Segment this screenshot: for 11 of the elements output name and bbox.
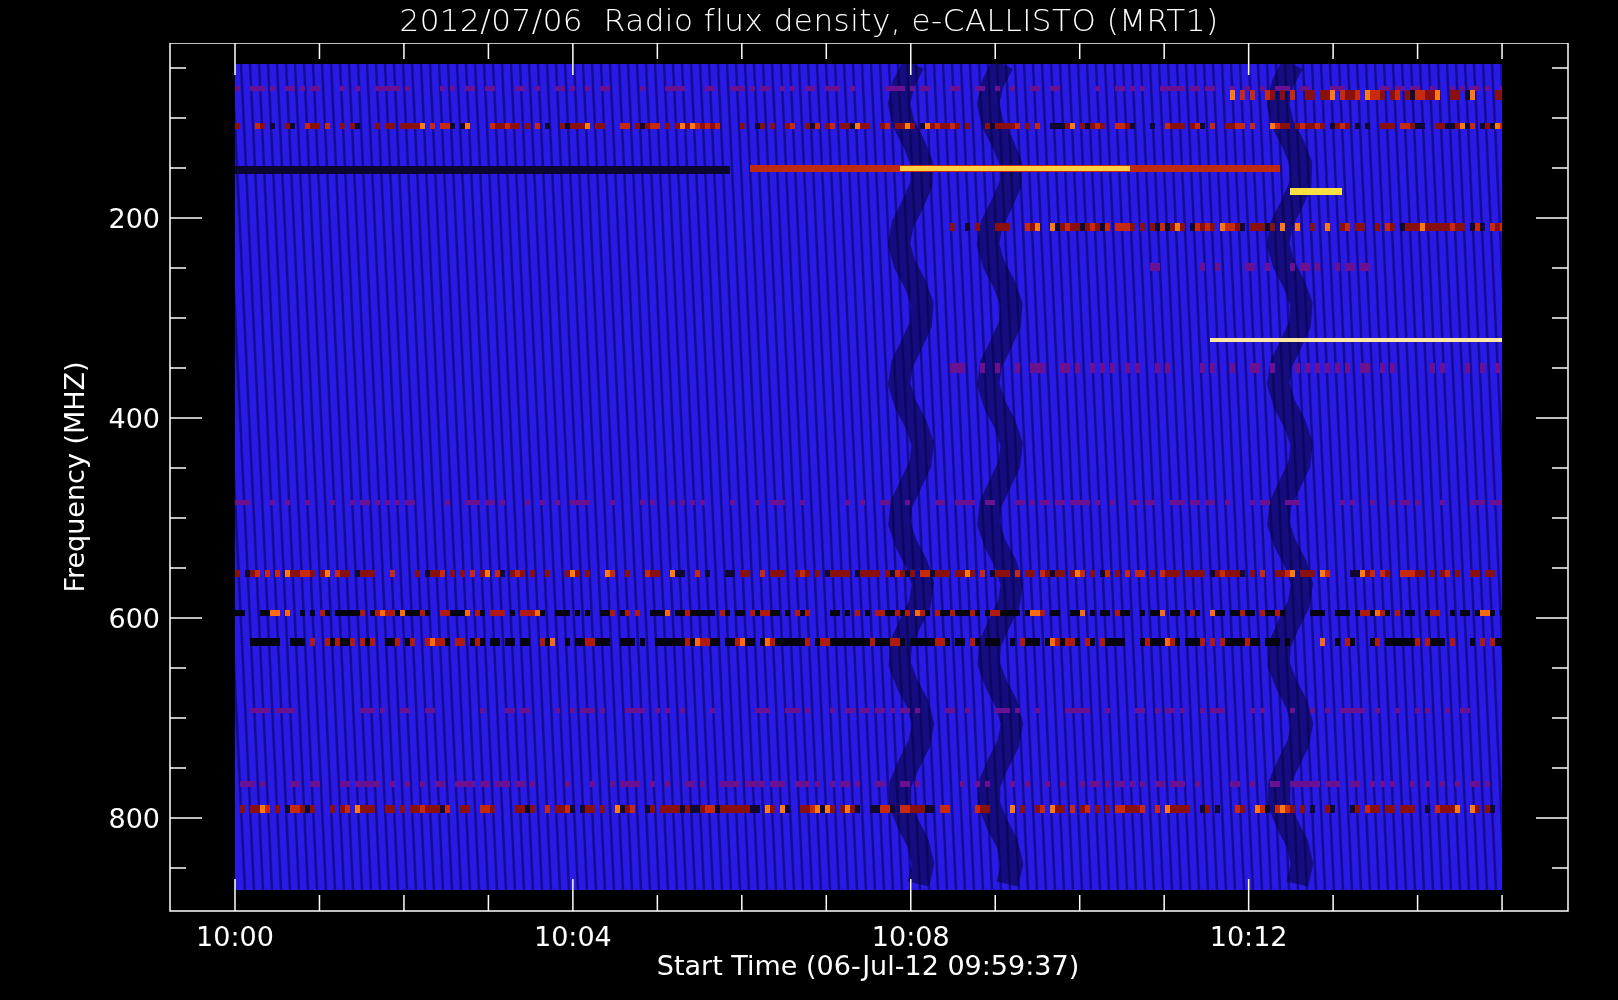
x-axis-label: Start Time (06-Jul-12 09:59:37) (656, 950, 1080, 981)
x-tick-label: 10:04 (533, 921, 612, 952)
x-tick-label: 10:12 (1209, 921, 1288, 952)
x-tick-label: 10:00 (196, 921, 274, 952)
chart-title: 2012/07/06 Radio flux density, e-CALLISTO (MRT1) (399, 1, 1219, 40)
y-tick-label: 800 (108, 803, 160, 834)
y-tick-label: 400 (108, 403, 160, 434)
y-tick-label: 200 (108, 203, 160, 234)
y-axis-label: Frequency (MHZ) (59, 361, 90, 593)
x-tick-label: 10:08 (871, 921, 950, 952)
y-tick-label: 600 (108, 603, 160, 634)
